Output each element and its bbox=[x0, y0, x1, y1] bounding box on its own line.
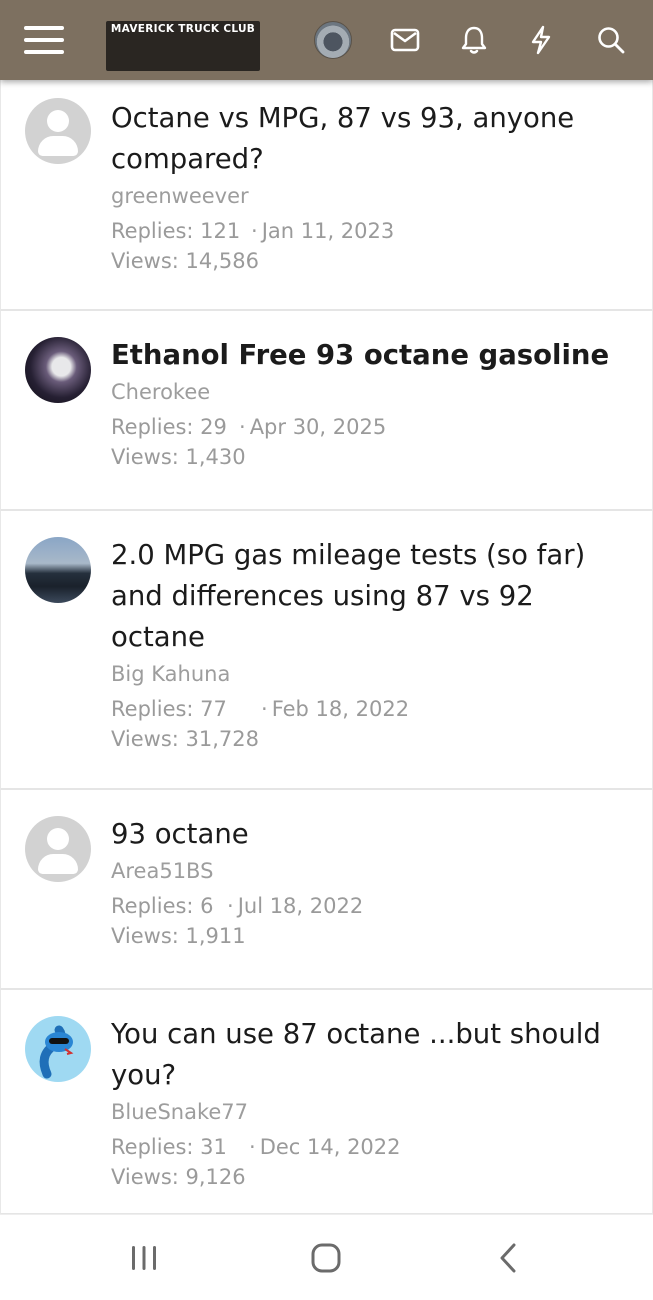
reply-count: Replies: 121 bbox=[111, 219, 241, 243]
thread-title[interactable]: Octane vs MPG, 87 vs 93, anyone compared… bbox=[111, 98, 622, 180]
thread-item[interactable]: Ethanol Free 93 octane gasoline Cherokee… bbox=[0, 311, 653, 511]
thread-body: Ethanol Free 93 octane gasoline Cherokee… bbox=[111, 335, 622, 472]
default-avatar-icon[interactable] bbox=[25, 98, 91, 164]
thread-author[interactable]: BlueSnake77 bbox=[111, 1096, 622, 1128]
top-navigation-bar: MAVERICK TRUCK CLUB bbox=[0, 0, 653, 80]
thread-item[interactable]: Octane vs MPG, 87 vs 93, anyone compared… bbox=[0, 80, 653, 311]
menu-button[interactable] bbox=[16, 0, 72, 80]
view-count: Views: 14,586 bbox=[111, 249, 260, 273]
thread-author[interactable]: Cherokee bbox=[111, 376, 622, 408]
meta-separator: · bbox=[261, 697, 268, 721]
thread-item[interactable]: 2.0 MPG gas mileage tests (so far) and d… bbox=[0, 511, 653, 790]
logo-emblem: MAVERICK TRUCK CLUB bbox=[100, 15, 266, 71]
snake-avatar-icon bbox=[39, 1025, 74, 1079]
bolt-icon bbox=[531, 25, 551, 55]
thread-author[interactable]: Big Kahuna bbox=[111, 658, 622, 690]
thread-date: Jul 18, 2022 bbox=[237, 894, 364, 918]
logo-text: MAVERICK TRUCK CLUB bbox=[105, 21, 261, 71]
thread-title[interactable]: Ethanol Free 93 octane gasoline bbox=[111, 335, 622, 376]
recent-apps-icon bbox=[132, 1246, 156, 1270]
view-count: Views: 1,911 bbox=[111, 924, 246, 948]
view-count: Views: 31,728 bbox=[111, 727, 260, 751]
reply-count: Replies: 31 bbox=[111, 1135, 227, 1159]
thread-body: 93 octane Area51BS Replies: 6 · Jul 18, 20… bbox=[111, 814, 622, 951]
thread-date: Feb 18, 2022 bbox=[271, 697, 410, 721]
reply-count: Replies: 77 bbox=[111, 697, 227, 721]
back-button[interactable] bbox=[468, 1215, 548, 1300]
thread-date: Dec 14, 2022 bbox=[259, 1135, 401, 1159]
reply-count: Replies: 29 bbox=[111, 415, 227, 439]
reply-count: Replies: 6 bbox=[111, 894, 214, 918]
system-navigation-bar bbox=[0, 1214, 653, 1300]
bell-icon bbox=[461, 26, 487, 54]
home-button[interactable] bbox=[286, 1215, 366, 1300]
thread-item[interactable]: You can use 87 octane ...but should you?… bbox=[0, 990, 653, 1215]
back-chevron-icon bbox=[500, 1243, 516, 1273]
hamburger-menu-icon bbox=[24, 26, 64, 54]
home-icon bbox=[311, 1243, 341, 1273]
site-logo[interactable]: MAVERICK TRUCK CLUB bbox=[100, 0, 266, 80]
thread-title[interactable]: You can use 87 octane ...but should you? bbox=[111, 1014, 622, 1096]
view-count: Views: 9,126 bbox=[111, 1165, 246, 1189]
thread-author[interactable]: greenweever bbox=[111, 180, 622, 212]
mail-icon bbox=[390, 28, 420, 52]
photo-avatar[interactable] bbox=[25, 337, 91, 403]
thread-body: You can use 87 octane ...but should you?… bbox=[111, 1014, 622, 1192]
recent-apps-button[interactable] bbox=[104, 1215, 184, 1300]
thread-date: Jan 11, 2023 bbox=[261, 219, 395, 243]
thread-date: Apr 30, 2025 bbox=[249, 415, 387, 439]
meta-separator: · bbox=[251, 219, 258, 243]
inbox-button[interactable] bbox=[382, 0, 428, 80]
meta-separator: · bbox=[227, 894, 234, 918]
search-button[interactable] bbox=[588, 0, 634, 80]
thread-title[interactable]: 93 octane bbox=[111, 814, 622, 855]
thread-list: Octane vs MPG, 87 vs 93, anyone compared… bbox=[0, 80, 653, 1215]
snake-avatar[interactable] bbox=[25, 1016, 91, 1082]
user-avatar bbox=[314, 21, 352, 59]
thread-author[interactable]: Area51BS bbox=[111, 855, 622, 887]
thread-meta: Replies: 31 · Dec 14, 2022 bbox=[111, 1132, 622, 1162]
thread-meta: Replies: 121 · Jan 11, 2023 bbox=[111, 216, 622, 246]
meta-separator: · bbox=[239, 415, 246, 439]
whats-new-button[interactable] bbox=[518, 0, 564, 80]
thread-item[interactable]: 93 octane Area51BS Replies: 6 · Jul 18, 20… bbox=[0, 790, 653, 990]
truck-photo-avatar[interactable] bbox=[25, 537, 91, 603]
thread-body: Octane vs MPG, 87 vs 93, anyone compared… bbox=[111, 98, 622, 276]
account-avatar-button[interactable] bbox=[310, 0, 356, 80]
thread-meta: Replies: 6 · Jul 18, 2022 bbox=[111, 891, 622, 921]
search-icon bbox=[598, 27, 625, 54]
thread-body: 2.0 MPG gas mileage tests (so far) and d… bbox=[111, 535, 622, 754]
meta-separator: · bbox=[249, 1135, 256, 1159]
view-count: Views: 1,430 bbox=[111, 445, 246, 469]
thread-title[interactable]: 2.0 MPG gas mileage tests (so far) and d… bbox=[111, 535, 622, 658]
alerts-button[interactable] bbox=[451, 0, 497, 80]
thread-meta: Replies: 77 · Feb 18, 2022 bbox=[111, 694, 622, 724]
default-avatar-icon[interactable] bbox=[25, 816, 91, 882]
thread-meta: Replies: 29 · Apr 30, 2025 bbox=[111, 412, 622, 442]
